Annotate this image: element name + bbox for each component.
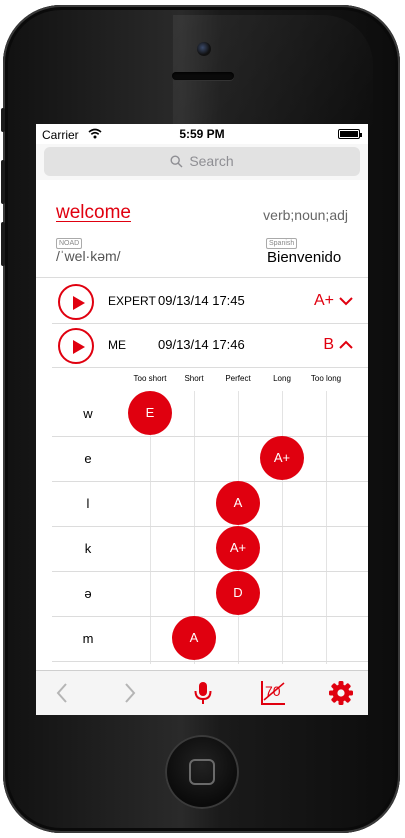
phoneme-grade-dot[interactable]: D: [216, 571, 260, 615]
recording-grade: A+: [313, 292, 334, 309]
parts-of-speech: verb;noun;adj: [263, 207, 348, 223]
phoneme-label: e: [84, 451, 92, 466]
column-header-too-long: Too long: [310, 374, 342, 383]
phoneme-timing-grid: Too short Short Perfect Long Too long w …: [52, 368, 368, 664]
earpiece-speaker: [172, 72, 234, 80]
settings-button[interactable]: [316, 671, 364, 715]
grid-column-line: [282, 391, 283, 664]
recording-date: 09/13/14 17:46: [158, 337, 245, 352]
phoneme-grade-dot[interactable]: E: [128, 391, 172, 435]
phoneme-label: l: [86, 496, 90, 511]
bottom-toolbar: 70: [36, 670, 368, 715]
home-square-icon: [189, 759, 215, 785]
grid-row-line: [52, 661, 368, 662]
phoneme-label: m: [82, 631, 94, 646]
phoneme-label: k: [84, 541, 92, 556]
recording-date: 09/13/14 17:45: [158, 293, 245, 308]
translation: Bienvenido: [267, 249, 342, 266]
status-bar: Carrier 5:59 PM: [36, 124, 368, 144]
volume-up-button: [1, 160, 5, 204]
mute-switch: [1, 108, 5, 132]
grid-column-line: [326, 391, 327, 664]
chevron-down-icon[interactable]: [338, 293, 354, 309]
home-button[interactable]: [165, 735, 239, 809]
phoneme-label: w: [83, 406, 93, 421]
phoneme-grade-dot[interactable]: A+: [260, 436, 304, 480]
volume-down-button: [1, 222, 5, 266]
recording-owner: ME: [108, 338, 126, 352]
chevron-right-icon: [125, 683, 136, 703]
grid-row-line: [52, 436, 368, 437]
record-button[interactable]: [178, 671, 226, 715]
word-card: welcome verb;noun;adj NOAD /ˈwel·kəm/ Sp…: [36, 180, 368, 278]
search-placeholder-wrap: Search: [170, 153, 234, 169]
grid-row-line: [52, 481, 368, 482]
search-input[interactable]: Search: [44, 147, 360, 176]
phonetic-transcription: /ˈwel·kəm/: [56, 248, 121, 264]
search-icon: [170, 155, 183, 168]
app-screen: Carrier 5:59 PM Search welcome verb;noun…: [36, 124, 368, 715]
front-camera: [197, 42, 211, 56]
phoneme-grade-dot[interactable]: A: [172, 616, 216, 660]
recording-grade: B: [323, 336, 334, 353]
play-icon[interactable]: [58, 328, 94, 364]
language-tag: Spanish: [266, 238, 298, 249]
phoneme-grade-dot[interactable]: A: [216, 481, 260, 525]
phoneme-grade-dot[interactable]: A+: [216, 526, 260, 570]
word-title[interactable]: welcome: [56, 202, 131, 224]
chevron-left-icon: [56, 683, 67, 703]
recording-row-me[interactable]: ME 09/13/14 17:46 B: [52, 324, 368, 368]
grid-row-line: [52, 616, 368, 617]
search-bar: Search: [36, 144, 368, 180]
back-button[interactable]: [38, 671, 86, 715]
gear-icon: [329, 681, 353, 705]
score-button[interactable]: 70: [248, 671, 296, 715]
grid-row-line: [52, 571, 368, 572]
recording-owner: EXPERT: [108, 294, 156, 308]
status-time: 5:59 PM: [179, 127, 225, 141]
microphone-icon: [194, 682, 212, 704]
phoneme-label: ə: [84, 586, 92, 601]
score-value: 70: [265, 683, 281, 699]
chevron-up-icon[interactable]: [338, 337, 354, 353]
grid-row-line: [52, 526, 368, 527]
forward-button[interactable]: [104, 671, 152, 715]
recording-row-expert[interactable]: EXPERT 09/13/14 17:45 A+: [52, 280, 368, 324]
battery-icon: [338, 129, 362, 139]
search-placeholder: Search: [189, 153, 234, 169]
play-icon[interactable]: [58, 284, 94, 320]
